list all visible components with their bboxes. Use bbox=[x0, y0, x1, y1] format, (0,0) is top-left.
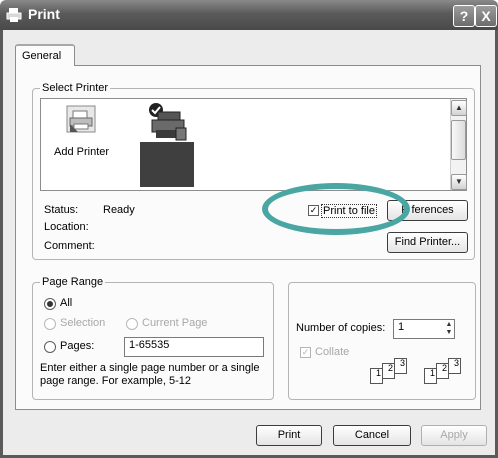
printer-list[interactable] bbox=[40, 98, 467, 191]
window-title: Print bbox=[28, 6, 60, 22]
highlight-annotation bbox=[262, 183, 410, 235]
title-bar bbox=[0, 0, 498, 30]
location-label: Location: bbox=[44, 221, 89, 233]
add-printer-icon[interactable] bbox=[64, 104, 98, 138]
selection-label[interactable]: Selection bbox=[60, 317, 105, 329]
copies-label: Number of copies: bbox=[296, 322, 386, 334]
status-value: Ready bbox=[103, 204, 135, 216]
status-label: Status: bbox=[44, 204, 79, 216]
collate-checkbox[interactable]: ✓ bbox=[300, 347, 311, 358]
pages-label[interactable]: Pages: bbox=[60, 340, 94, 352]
collate-pages-icon: 1 2 3 bbox=[370, 358, 420, 386]
page-range-hint-line1: Enter either a single page number or a s… bbox=[40, 362, 260, 374]
copies-spinner-icon[interactable]: ▲ ▼ bbox=[444, 321, 454, 337]
collate-pages-icon-2: 1 2 3 bbox=[424, 358, 474, 386]
all-radio[interactable] bbox=[44, 298, 56, 310]
pages-input[interactable]: 1-65535 bbox=[124, 337, 264, 357]
scroll-thumb[interactable] bbox=[451, 120, 466, 160]
page-range-hint-line2: page range. For example, 5-12 bbox=[40, 375, 192, 387]
scroll-up-icon[interactable]: ▲ bbox=[451, 100, 467, 116]
collate-label[interactable]: Collate bbox=[315, 346, 349, 358]
select-printer-label: Select Printer bbox=[40, 82, 111, 94]
help-button[interactable]: ? bbox=[453, 5, 475, 27]
pages-radio[interactable] bbox=[44, 341, 56, 353]
cancel-button[interactable]: Cancel bbox=[333, 425, 411, 446]
selected-printer-highlight bbox=[140, 142, 194, 187]
printer-name-add-printer[interactable]: Add Printer bbox=[54, 146, 109, 158]
tab-general[interactable]: General bbox=[15, 44, 75, 66]
current-page-radio[interactable] bbox=[126, 318, 138, 330]
apply-button[interactable]: Apply bbox=[421, 425, 487, 446]
all-label[interactable]: All bbox=[60, 297, 72, 309]
printer-icon bbox=[6, 7, 22, 23]
scroll-down-icon[interactable]: ▼ bbox=[451, 174, 467, 190]
comment-label: Comment: bbox=[44, 240, 95, 252]
network-printer-icon[interactable] bbox=[146, 102, 190, 142]
page-range-label: Page Range bbox=[40, 276, 106, 288]
current-page-label[interactable]: Current Page bbox=[142, 317, 207, 329]
close-button[interactable]: X bbox=[475, 5, 497, 27]
selection-radio[interactable] bbox=[44, 318, 56, 330]
print-button[interactable]: Print bbox=[256, 425, 322, 446]
find-printer-button[interactable]: Find Printer... bbox=[387, 232, 468, 253]
